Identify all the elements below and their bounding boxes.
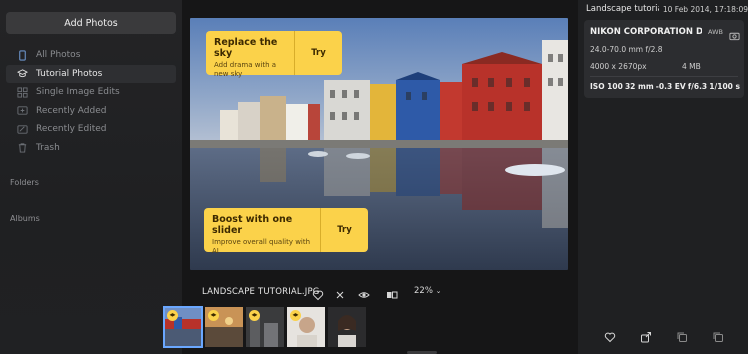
sidebar-item-label: Tutorial Photos bbox=[36, 68, 103, 79]
shutter-value: 1/100 s bbox=[709, 82, 740, 91]
info-date: 10 Feb 2014, 17:18:09 bbox=[662, 4, 748, 14]
exposure-value: -0.3 EV bbox=[655, 82, 686, 91]
image-edit-icon bbox=[16, 123, 28, 135]
thumbnail-sunset[interactable] bbox=[205, 307, 243, 347]
resolution: 4000 x 2670px bbox=[590, 62, 647, 71]
viewer-toolbar: LANDSCAPE TUTORIAL.JPG 22% ⌄ bbox=[182, 282, 578, 302]
share-icon[interactable] bbox=[640, 328, 652, 343]
thumbnail-landscape[interactable] bbox=[163, 306, 203, 348]
focal-length-value: 32 mm bbox=[624, 82, 654, 91]
awb-label: AWB bbox=[708, 28, 723, 36]
sidebar-item-label: All Photos bbox=[36, 50, 81, 60]
callout-description: Improve overall quality with AI bbox=[212, 238, 311, 255]
panel-actions bbox=[578, 326, 748, 343]
photo-viewer: Replace the sky Add drama with a new sky… bbox=[163, 0, 578, 354]
albums-section-label[interactable]: Albums bbox=[10, 214, 40, 223]
callout-title: Boost with one slider bbox=[212, 214, 293, 236]
sidebar-item-label: Recently Added bbox=[36, 105, 107, 116]
thumbnail-city[interactable] bbox=[246, 307, 284, 347]
callout-description: Add drama with a new sky bbox=[214, 61, 277, 78]
sidebar-item-all-photos[interactable]: All Photos bbox=[6, 46, 176, 64]
callout-title: Replace the sky bbox=[214, 37, 278, 59]
compare-icon[interactable] bbox=[386, 286, 398, 299]
filename-label: LANDSCAPE TUTORIAL.JPG bbox=[202, 287, 320, 297]
lens-info: 24.0-70.0 mm f/2.8 bbox=[590, 45, 663, 54]
sidebar: Add Photos All Photos Tutorial Photos Si… bbox=[0, 0, 182, 354]
add-photos-button[interactable]: Add Photos bbox=[6, 12, 176, 34]
aperture-value: f/6.3 bbox=[687, 82, 708, 91]
zoom-dropdown[interactable]: 22% ⌄ bbox=[414, 286, 441, 296]
image-add-icon bbox=[16, 105, 28, 117]
folders-section-label[interactable]: Folders bbox=[10, 178, 39, 187]
sidebar-item-recently-edited[interactable]: Recently Edited bbox=[6, 120, 176, 138]
replace-sky-callout: Replace the sky Add drama with a new sky… bbox=[206, 31, 342, 78]
sidebar-item-tutorial-photos[interactable]: Tutorial Photos bbox=[6, 64, 176, 83]
exif-card: NIKON CORPORATION D800 AWB 24.0-70.0 mm … bbox=[584, 20, 744, 98]
heart-icon[interactable] bbox=[312, 286, 324, 301]
thumbnail-strip bbox=[163, 306, 366, 348]
info-header: Landscape tutorial.jpg 10 Feb 2014, 17:1… bbox=[586, 2, 748, 16]
graduation-cap-icon bbox=[208, 310, 219, 321]
sidebar-item-trash[interactable]: Trash bbox=[6, 139, 176, 157]
sidebar-item-label: Trash bbox=[36, 142, 60, 153]
exif-row: ISO 100 32 mm -0.3 EV f/6.3 1/100 s bbox=[590, 82, 740, 91]
duplicate-icon[interactable] bbox=[712, 328, 724, 342]
info-file-title: Landscape tutorial.jpg bbox=[586, 4, 659, 14]
thumbnail-portrait-light[interactable] bbox=[287, 307, 325, 347]
graduation-cap-icon bbox=[290, 310, 301, 321]
zoom-level: 22% bbox=[414, 286, 433, 296]
grid-icon bbox=[16, 86, 28, 98]
photos-icon bbox=[16, 49, 28, 61]
chevron-down-icon: ⌄ bbox=[435, 287, 442, 295]
graduation-cap-icon bbox=[167, 310, 178, 321]
camera-icon bbox=[729, 26, 740, 41]
copy-icon[interactable] bbox=[676, 328, 688, 342]
heart-icon[interactable] bbox=[604, 328, 616, 343]
sidebar-item-label: Recently Edited bbox=[36, 124, 107, 134]
info-panel: Landscape tutorial.jpg 10 Feb 2014, 17:1… bbox=[578, 0, 748, 354]
camera-model: NIKON CORPORATION D800 bbox=[590, 27, 702, 37]
graduation-cap-icon bbox=[249, 310, 260, 321]
eye-icon[interactable] bbox=[358, 286, 370, 298]
try-replace-sky-button[interactable]: Try bbox=[294, 31, 342, 75]
sidebar-item-recently-added[interactable]: Recently Added bbox=[6, 102, 176, 120]
sidebar-item-label: Single Image Edits bbox=[36, 87, 120, 97]
graduation-cap-icon bbox=[16, 68, 28, 80]
divider bbox=[590, 76, 738, 77]
boost-slider-callout: Boost with one slider Improve overall qu… bbox=[204, 208, 368, 255]
sidebar-nav: All Photos Tutorial Photos Single Image … bbox=[6, 46, 176, 157]
trash-icon bbox=[16, 142, 28, 154]
thumbnail-portrait-dark[interactable] bbox=[328, 307, 366, 347]
main-photo[interactable]: Replace the sky Add drama with a new sky… bbox=[190, 18, 568, 270]
try-boost-button[interactable]: Try bbox=[320, 208, 368, 252]
iso-value: ISO 100 bbox=[590, 82, 623, 91]
close-icon[interactable] bbox=[334, 286, 346, 299]
file-size: 4 MB bbox=[682, 62, 701, 71]
sidebar-item-single-image-edits[interactable]: Single Image Edits bbox=[6, 83, 176, 101]
